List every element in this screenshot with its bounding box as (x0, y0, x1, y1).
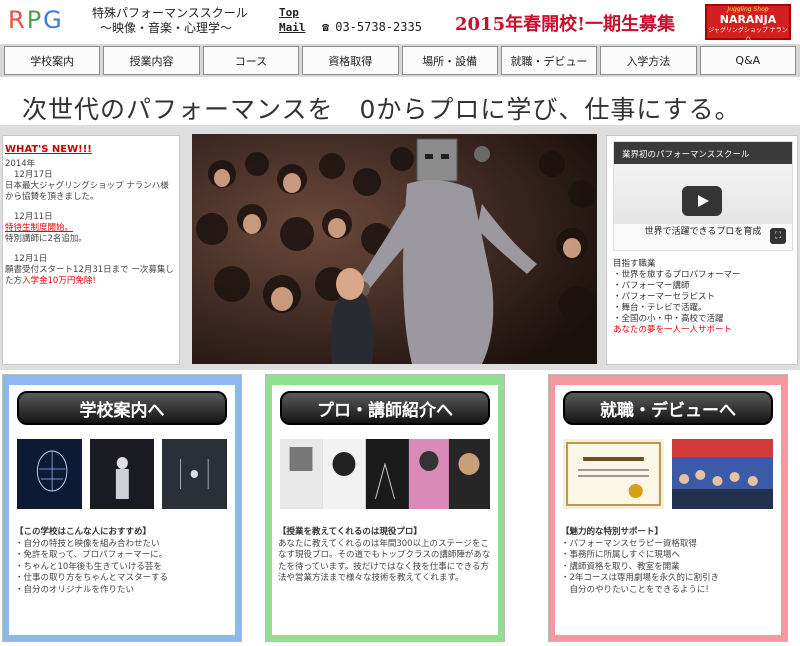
career-debut-card: 就職・デビューへ 【魅力的な特別サポート】 ・パフォーマンスセラピー資格取得 ・… (548, 374, 788, 642)
main-nav: 学校案内 授業内容 コース 資格取得 場所・設備 就職・デビュー 入学方法 Q&… (0, 44, 800, 77)
career-item: ・舞台・テレビで活躍。 (613, 303, 707, 313)
promo-video[interactable]: 業界初のパフォーマンススクール 世界で活躍できるプロを育成 ⛶ (613, 141, 793, 251)
thumbnail-dark-performance (162, 439, 228, 509)
school-subtitle: 〜映像・音楽・心理学〜 (100, 21, 233, 35)
hero-illustration (192, 134, 597, 364)
nav-qa[interactable]: Q&A (699, 46, 796, 75)
top-link[interactable]: Top (279, 5, 306, 20)
hero-photo-performer (192, 134, 597, 364)
naranja-shop-logo[interactable]: Juggling Shop NARANJA ジャグリングショップ ナランハ (705, 4, 791, 43)
card-description: 【授業を教えてくれるのは現役プロ】 あなたに教えてくれるのは年間300以上のステ… (278, 527, 492, 585)
card-line: ・事務所に所属しすぐに現場へ (561, 550, 680, 560)
wireframe-head-icon (17, 439, 82, 509)
news-year-block: 2014年 12月17日 日本最大ジャグリングショップ ナランハ様から協賛を頂き… (5, 159, 177, 203)
whats-new-title[interactable]: WHAT'S NEW!!! (5, 144, 177, 155)
shop-logo-line3: ジャグリングショップ ナランハ (708, 27, 788, 43)
card-body: 就職・デビューへ 【魅力的な特別サポート】 ・パフォーマンスセラピー資格取得 ・… (555, 385, 781, 635)
card-line: ・自分の特技と映像を組み合わせたい (15, 538, 160, 549)
page-tagline: 次世代のパフォーマンスを 0からプロに学び、仕事にする。 (22, 95, 741, 124)
card-line: ・自分のオリジナルを作りたい (15, 584, 135, 595)
event-crowd-icon (672, 439, 773, 509)
nav-careers[interactable]: 就職・デビュー (500, 46, 598, 75)
thumbnail-instructors-collage (280, 439, 490, 509)
thumbnail-certificate (563, 439, 664, 509)
news-year: 2014年 (5, 159, 36, 169)
card-line: 自分のやりたいことをできるように! (561, 584, 709, 595)
news-date: 12月1日 (14, 254, 48, 264)
stage-act-icon (89, 439, 155, 509)
top-links: Top Mail (279, 5, 306, 35)
school-title: 特殊パフォーマンススクール (92, 6, 248, 20)
nav-classes[interactable]: 授業内容 (103, 46, 200, 75)
card-description: 【この学校はこんな人におすすめ】 ・自分の特技と映像を組み合わせたい ・免許を取… (15, 527, 229, 596)
card-thumbnails (280, 439, 490, 509)
card-line: ・2年コースは専用劇場を永久的に割引き (561, 573, 719, 583)
rpg-logo[interactable]: RPG (8, 6, 64, 34)
career-item: ・パフォーマー講師 (613, 281, 690, 291)
career-support-note: あなたの夢を一人一人サポート (613, 325, 733, 335)
career-item: ・世界を旅するプロパフォーマー (613, 270, 741, 280)
card-heading: 【魅力的な特別サポート】 (561, 527, 664, 537)
card-body: 学校案内へ 【この学校はこんな人におすすめ】 ・自分の特技と映像を組み合わせたい… (9, 385, 235, 635)
recruitment-banner: 2015年春開校!一期生募集 (455, 14, 675, 35)
thumbnail-stage-act (89, 439, 155, 509)
logo-letter-r: R (8, 6, 27, 34)
whats-new-panel: WHAT'S NEW!!! 2014年 12月17日 日本最大ジャグリングショッ… (2, 135, 180, 365)
news-highlight: 入学金10万円免除! (22, 276, 96, 286)
nav-admission[interactable]: 入学方法 (600, 46, 697, 75)
school-info-card: 学校案内へ 【この学校はこんな人におすすめ】 ・自分の特技と映像を組み合わせたい… (2, 374, 242, 642)
thumbnail-wireframe-head (17, 439, 82, 509)
mail-link[interactable]: Mail (279, 20, 306, 35)
career-item: ・全国の小・中・高校で活躍 (613, 314, 724, 324)
logo-letter-p: P (26, 6, 44, 34)
header: RPG 特殊パフォーマンススクール 〜映像・音楽・心理学〜 Top Mail ☎… (0, 0, 800, 44)
certificate-icon (566, 442, 661, 506)
play-button[interactable] (682, 186, 722, 216)
card-paragraph: あなたに教えてくれるのは年間300以上のステージをこなす現役プロ。その道でもトッ… (278, 538, 491, 584)
nav-courses[interactable]: コース (202, 46, 300, 75)
shop-logo-name: NARANJA (719, 13, 777, 26)
instructors-button[interactable]: プロ・講師紹介へ (280, 391, 490, 425)
news-text: 日本最大ジャグリングショップ ナランハ様から協賛を頂きました。 (5, 181, 169, 202)
promo-video-panel: 業界初のパフォーマンススクール 世界で活躍できるプロを育成 ⛶ 目指す職業 ・世… (606, 135, 798, 365)
nav-certification[interactable]: 資格取得 (302, 46, 399, 75)
card-line: ・講師資格を取り、教室を開業 (561, 561, 680, 572)
news-item: 12月11日 特待生制度開始。 特別講師に2名追加。 (5, 212, 177, 245)
dark-performance-icon (162, 439, 228, 509)
news-text: 特別講師に2名追加。 (5, 234, 87, 244)
card-heading: 【授業を教えてくれるのは現役プロ】 (278, 527, 422, 537)
thumbnail-event-crowd (672, 439, 773, 509)
career-list-heading: 目指す職業 (613, 259, 656, 269)
news-item: 12月1日 願書受付スタート12月31日まで 一次募集した方入学金10万円免除! (5, 254, 177, 287)
nav-school-info[interactable]: 学校案内 (4, 46, 101, 75)
instructors-card: プロ・講師紹介へ 【授業を教えてくれるのは現役プロ】 あなたに教えてくれるのは年… (265, 374, 505, 642)
video-title: 業界初のパフォーマンススクール (614, 142, 792, 164)
card-body: プロ・講師紹介へ 【授業を教えてくれるのは現役プロ】 あなたに教えてくれるのは年… (272, 385, 498, 635)
logo-letter-g: G (43, 6, 64, 34)
phone-number: ☎ 03-5738-2335 (322, 20, 422, 34)
card-line: ・パフォーマンスセラピー資格取得 (561, 538, 697, 549)
card-heading: 【この学校はこんな人におすすめ】 (15, 527, 152, 537)
news-date: 12月11日 (14, 212, 53, 222)
nav-facilities[interactable]: 場所・設備 (401, 46, 498, 75)
card-line: ・仕事の取り方をちゃんとマスターする (15, 573, 169, 583)
career-list: 目指す職業 ・世界を旅するプロパフォーマー ・パフォーマー講師 ・パフォーマーセ… (613, 259, 791, 336)
school-name: 特殊パフォーマンススクール 〜映像・音楽・心理学〜 (92, 6, 248, 36)
phone-text: 03-5738-2335 (335, 20, 422, 34)
video-caption: 世界で活躍できるプロを育成 (644, 227, 762, 237)
fullscreen-icon[interactable]: ⛶ (770, 228, 786, 244)
card-thumbnails (17, 439, 228, 509)
scholarship-link[interactable]: 特待生制度開始。 (5, 223, 177, 234)
telephone-icon: ☎ (322, 20, 330, 34)
card-thumbnails (563, 439, 773, 509)
career-debut-button[interactable]: 就職・デビューへ (563, 391, 773, 425)
school-info-button[interactable]: 学校案内へ (17, 391, 227, 425)
career-item: ・パフォーマーセラピスト (613, 292, 716, 302)
card-line: ・ちゃんと10年後も生きていける芸を (15, 561, 162, 572)
instructors-collage-icon (280, 439, 490, 509)
card-description: 【魅力的な特別サポート】 ・パフォーマンスセラピー資格取得 ・事務所に所属しすぐ… (561, 527, 775, 596)
news-date: 12月17日 (14, 170, 53, 180)
card-line: ・免許を取って、プロパフォーマーに。 (15, 550, 168, 560)
